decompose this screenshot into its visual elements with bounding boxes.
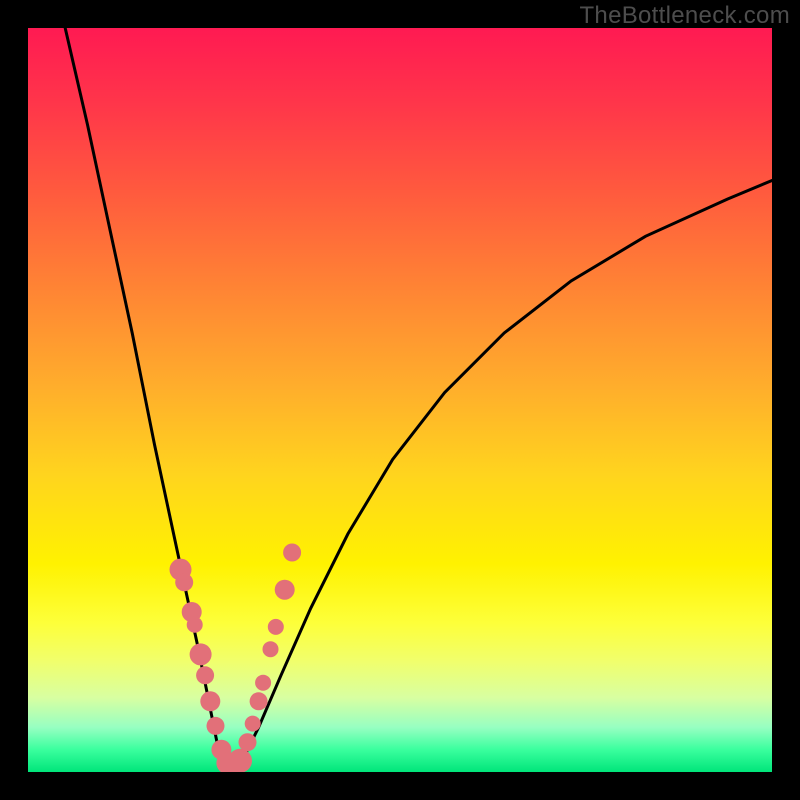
- data-point: [207, 717, 225, 735]
- data-point: [275, 580, 295, 600]
- data-point: [175, 573, 193, 591]
- data-point: [255, 675, 271, 691]
- data-point: [200, 691, 220, 711]
- data-point: [239, 733, 257, 751]
- data-point: [263, 641, 279, 657]
- curve-right: [229, 181, 772, 767]
- data-point: [196, 666, 214, 684]
- data-point: [187, 617, 203, 633]
- chart-svg: [28, 28, 772, 772]
- data-point: [283, 544, 301, 562]
- data-point: [190, 643, 212, 665]
- data-point: [250, 692, 268, 710]
- watermark-text: TheBottleneck.com: [579, 2, 790, 30]
- data-point: [228, 749, 252, 772]
- chart-frame: TheBottleneck.com: [0, 0, 800, 800]
- data-points-group: [170, 544, 302, 773]
- data-point: [245, 716, 261, 732]
- data-point: [268, 619, 284, 635]
